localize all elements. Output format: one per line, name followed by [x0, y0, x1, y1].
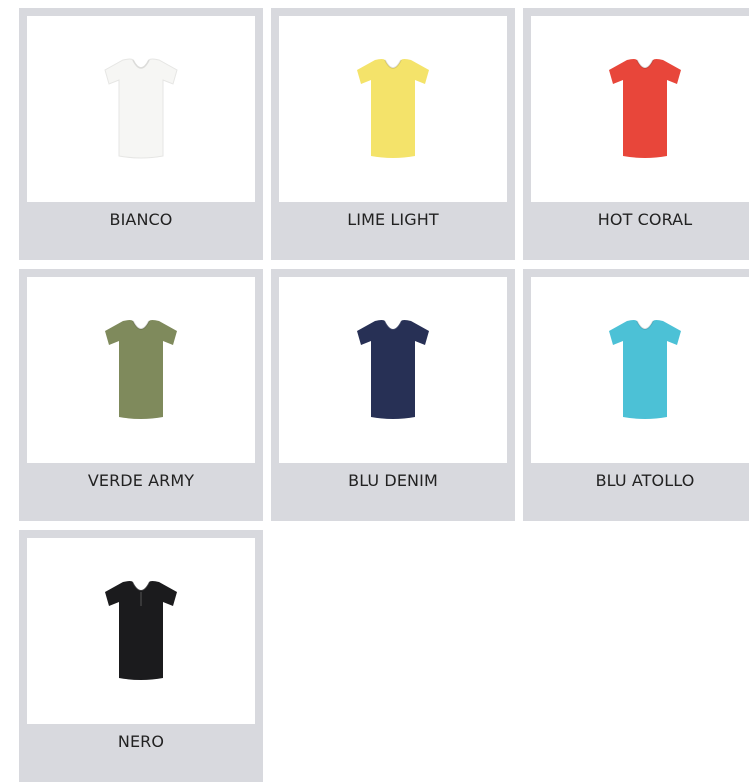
t-shirt-icon	[104, 58, 178, 159]
color-card-lime-light[interactable]: LIME LIGHT	[271, 8, 515, 260]
product-image	[279, 16, 507, 202]
product-image	[27, 277, 255, 463]
t-shirt-icon	[357, 59, 429, 158]
color-card-nero[interactable]: NERO	[19, 530, 263, 782]
product-image	[279, 277, 507, 463]
t-shirt-icon	[609, 320, 681, 419]
color-name-label: NERO	[117, 731, 165, 751]
color-name-label: VERDE ARMY	[87, 470, 195, 490]
color-card-blu-atollo[interactable]: BLU ATOLLO	[523, 269, 749, 521]
product-image	[27, 16, 255, 202]
color-name-label: HOT CORAL	[597, 209, 693, 229]
color-card-hot-coral[interactable]: HOT CORAL	[523, 8, 749, 260]
t-shirt-icon	[357, 320, 429, 419]
color-name-label: LIME LIGHT	[347, 209, 439, 229]
color-name-label: BIANCO	[109, 209, 173, 229]
color-card-blu-denim[interactable]: BLU DENIM	[271, 269, 515, 521]
color-card-bianco[interactable]: BIANCO	[19, 8, 263, 260]
t-shirt-icon	[105, 320, 177, 419]
color-swatch-grid: BIANCO LIME LIGHT HOT CORAL VERDE ARMY B…	[19, 8, 749, 782]
product-image	[27, 538, 255, 724]
product-image	[531, 16, 749, 202]
color-card-verde-army[interactable]: VERDE ARMY	[19, 269, 263, 521]
color-name-label: BLU DENIM	[348, 470, 438, 490]
t-shirt-icon	[105, 581, 177, 680]
product-image	[531, 277, 749, 463]
color-name-label: BLU ATOLLO	[595, 470, 695, 490]
t-shirt-icon	[609, 59, 681, 158]
